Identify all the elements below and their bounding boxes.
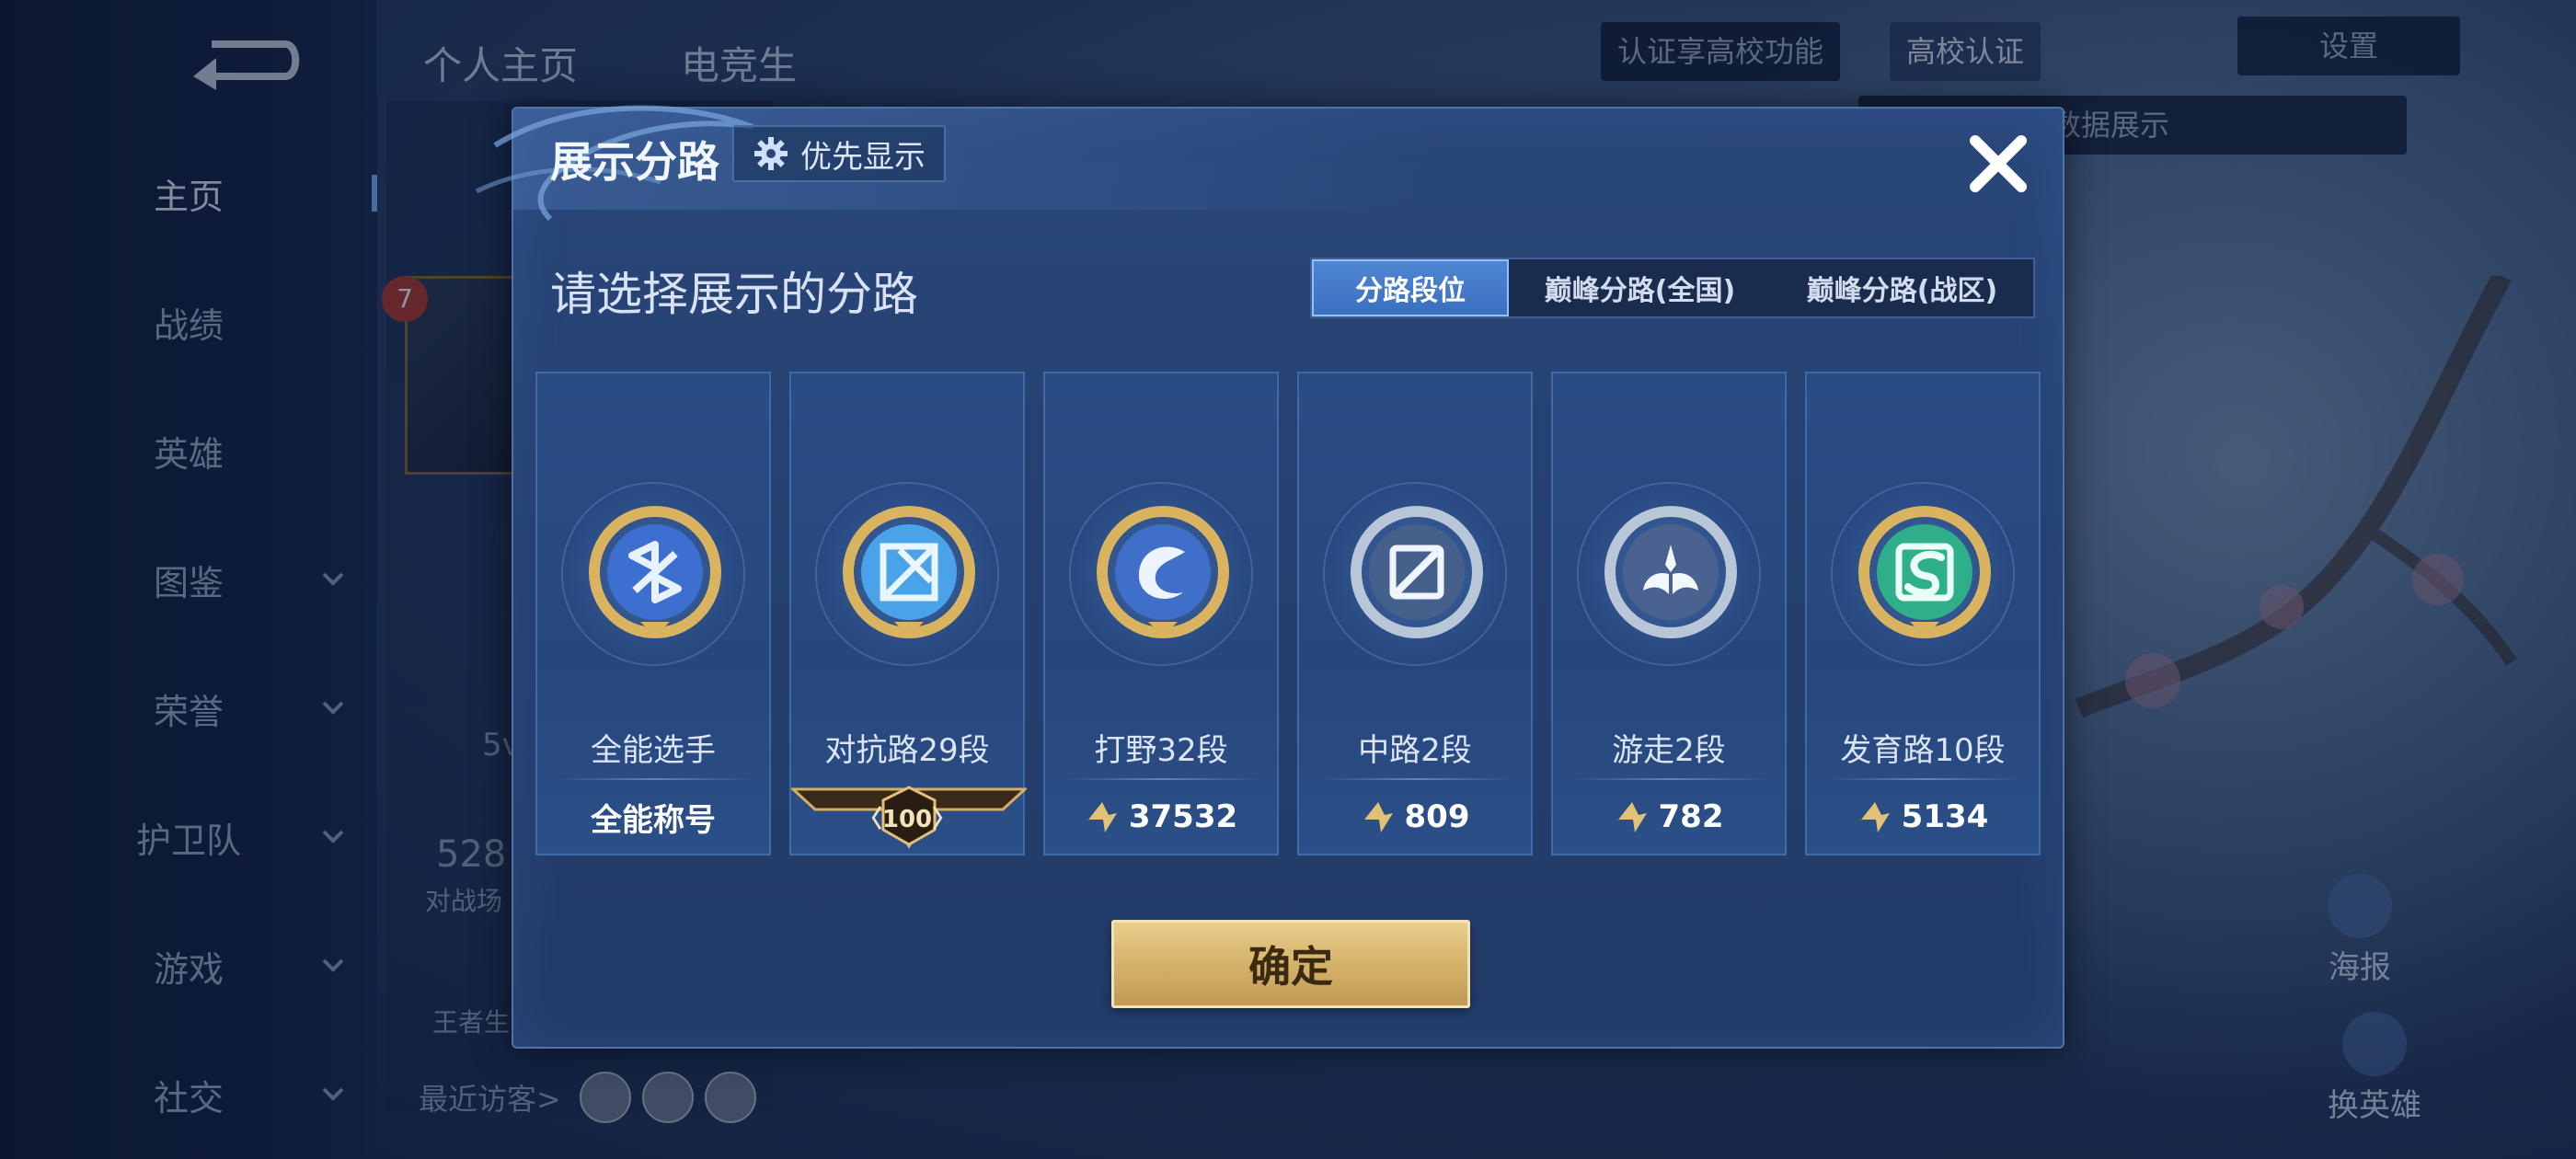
confirm-button[interactable]: 确定 xyxy=(1111,920,1470,1008)
lane-card-jungle[interactable]: 打野32段 37532 xyxy=(1043,372,1279,855)
lane-card-all-round[interactable]: 全能选手 全能称号 xyxy=(535,372,771,855)
mid-lane-emblem-icon xyxy=(1351,506,1483,638)
lane-name: 发育路10段 xyxy=(1840,732,2006,769)
dialog-subtitle: 请选择展示的分路 xyxy=(550,268,918,321)
lane-card-roam[interactable]: 游走2段 782 xyxy=(1551,372,1787,855)
hero-power-value: 5134 xyxy=(1901,798,1989,835)
lane-stat: 809 xyxy=(1299,789,1531,844)
hero-power-icon xyxy=(1363,802,1393,832)
lane-stat: 全能称号 xyxy=(537,789,769,844)
hero-power-icon xyxy=(1617,802,1647,832)
roam-emblem-icon xyxy=(1604,506,1737,638)
lane-card-farm[interactable]: 发育路10段 5134 xyxy=(1805,372,2041,855)
lane-stat: 782 xyxy=(1553,789,1785,844)
hero-power-icon xyxy=(1860,802,1890,832)
dialog-title: 展示分路 xyxy=(550,137,719,187)
card-divider xyxy=(1067,778,1259,780)
card-divider xyxy=(559,778,751,780)
clash-lane-emblem-icon xyxy=(843,506,975,638)
lane-name: 中路2段 xyxy=(1358,732,1472,769)
lane-card-list: 全能选手 全能称号 对抗路29段 〈100〉 打野32段 37532 中路2段 … xyxy=(535,372,2044,855)
lane-name: 游走2段 xyxy=(1612,732,1726,769)
farm-lane-emblem-icon xyxy=(1858,506,1991,638)
lane-card-clash[interactable]: 对抗路29段 〈100〉 xyxy=(789,372,1027,855)
title-text: 全能称号 xyxy=(591,801,716,839)
hero-power-icon xyxy=(1087,802,1117,832)
lane-name: 对抗路29段 xyxy=(824,732,990,769)
close-icon[interactable] xyxy=(1952,118,2044,210)
tab-peak-region[interactable]: 巅峰分路(战区) xyxy=(1771,259,2033,316)
card-divider xyxy=(1575,778,1766,780)
lane-name: 打野32段 xyxy=(1094,732,1228,769)
hero-power-value: 809 xyxy=(1404,798,1470,835)
card-divider xyxy=(1829,778,2020,780)
segment-tabs: 分路段位 巅峰分路(全国) 巅峰分路(战区) xyxy=(1310,258,2035,318)
tab-lane-rank[interactable]: 分路段位 xyxy=(1312,259,1509,316)
tab-peak-national[interactable]: 巅峰分路(全国) xyxy=(1509,259,1771,316)
lane-display-dialog: 展示分路 优先显示 请选择展示的分路 分路段位 巅峰分路(全国) 巅峰分路(战区… xyxy=(475,105,2064,1049)
rank-stars-count: 〈100〉 xyxy=(857,805,957,833)
hero-power-value: 37532 xyxy=(1128,798,1238,835)
hero-power-value: 782 xyxy=(1658,798,1724,835)
lane-name: 全能选手 xyxy=(591,732,716,769)
gear-icon xyxy=(754,137,788,170)
lane-stat: 5134 xyxy=(1807,789,2039,844)
card-divider xyxy=(1321,778,1512,780)
lane-stat: 37532 xyxy=(1045,789,1277,844)
jungle-emblem-icon xyxy=(1097,506,1229,638)
priority-display-button[interactable]: 优先显示 xyxy=(732,125,946,182)
lane-stat: 〈100〉 xyxy=(791,789,1023,844)
lane-card-mid[interactable]: 中路2段 809 xyxy=(1297,372,1533,855)
all-round-emblem-icon xyxy=(589,506,721,638)
priority-display-label: 优先显示 xyxy=(800,138,926,176)
